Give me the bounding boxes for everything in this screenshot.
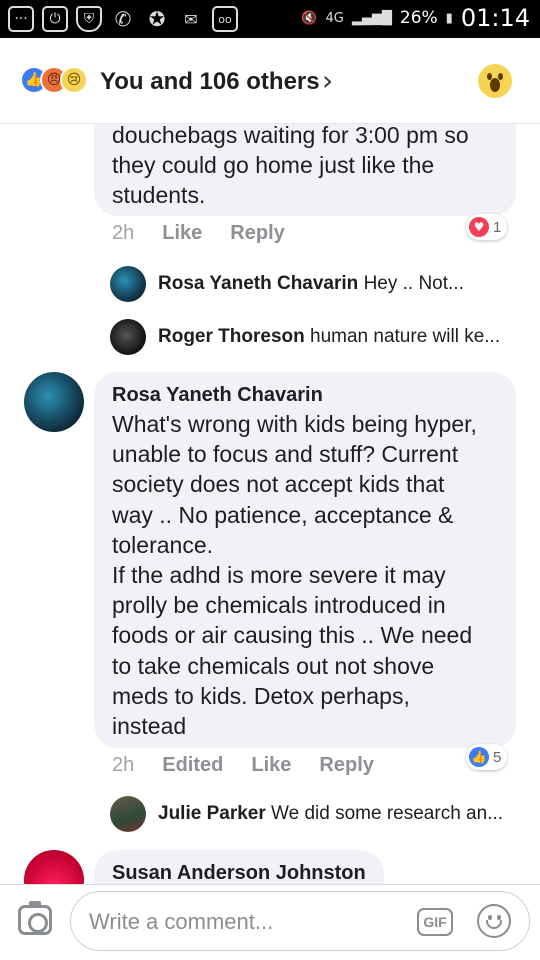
reply-snippet: human nature will ke...	[310, 326, 501, 347]
reply-preview[interactable]: Roger Thoreson human nature will ke...	[110, 317, 500, 357]
camera-icon[interactable]	[18, 901, 52, 935]
mute-icon: 🔇	[301, 10, 318, 26]
reply-button[interactable]: Reply	[319, 754, 373, 777]
notification-icons: ··· ⏻ ⛨ ✆ ✪ ✉ oo	[8, 6, 238, 32]
emoji-mouth	[486, 920, 502, 929]
avatar[interactable]	[24, 850, 84, 884]
call-icon: ✆	[114, 7, 132, 31]
comment-time: 2h	[112, 754, 135, 776]
emoji-icon[interactable]	[477, 904, 511, 938]
reply-author[interactable]: Rosa Yaneth Chavarin	[158, 273, 358, 294]
battery-percent: 26%	[399, 8, 438, 28]
comment-author[interactable]: Susan Anderson Johnston	[112, 862, 368, 884]
sad-icon: 😢	[60, 66, 88, 94]
reply-preview[interactable]: Julie Parker We did some research an...	[110, 794, 503, 834]
power-icon: ⏻	[42, 6, 68, 32]
carrier-icon: ✉	[184, 9, 198, 29]
wow-left-eye	[487, 73, 492, 80]
comment-composer: Write a comment... GIF	[0, 884, 540, 960]
wow-right-eye	[498, 73, 503, 80]
reaction-icons[interactable]: 👍 😠 😢	[20, 66, 88, 94]
more-notifications-icon: ···	[8, 6, 34, 32]
clock: 01:14	[460, 4, 530, 32]
reaction-count: 1	[493, 218, 502, 236]
reaction-count-badge[interactable]: 👍 5	[466, 744, 508, 770]
wow-reaction-button[interactable]	[478, 64, 512, 98]
comment-input-placeholder: Write a comment...	[89, 909, 274, 934]
voicemail-icon: oo	[212, 6, 238, 32]
wow-mouth	[490, 78, 500, 92]
comment-bubble[interactable]: Susan Anderson Johnston	[94, 850, 384, 884]
app-notification-icon: ✪	[148, 7, 166, 31]
reply-snippet: We did some research an...	[271, 803, 504, 824]
reply-author[interactable]: Roger Thoreson	[158, 326, 305, 347]
comment-text: What's wrong with kids being hyper, unab…	[112, 411, 477, 740]
reactions-header: 👍 😠 😢 You and 106 others ›	[0, 38, 540, 124]
status-bar: ··· ⏻ ⛨ ✆ ✪ ✉ oo 🔇 4G ▂▄▆█ 26% ▮ 01:14	[0, 0, 540, 38]
comment-input[interactable]: Write a comment... GIF	[70, 891, 530, 951]
reply-preview-text: Julie Parker We did some research an...	[158, 803, 503, 825]
avatar[interactable]	[110, 319, 146, 355]
reply-snippet: Hey .. Not...	[363, 273, 464, 294]
comment-text: douchebags waiting for 3:00 pm so they c…	[112, 124, 469, 209]
edited-label[interactable]: Edited	[162, 754, 223, 777]
reactions-summary[interactable]: You and 106 others	[100, 68, 320, 96]
shield-icon: ⛨	[76, 6, 102, 32]
comment-bubble[interactable]: Rosa Yaneth Chavarin What's wrong with k…	[94, 372, 516, 748]
reply-preview-text: Roger Thoreson human nature will ke...	[158, 326, 500, 348]
comments-list[interactable]: douchebags waiting for 3:00 pm so they c…	[0, 124, 540, 884]
reaction-count-badge[interactable]: ♥ 1	[466, 214, 508, 240]
signal-icon: ▂▄▆█	[351, 10, 392, 26]
reply-author[interactable]: Julie Parker	[158, 803, 266, 824]
like-button[interactable]: Like	[251, 754, 291, 777]
system-indicators: 🔇 4G ▂▄▆█ 26% ▮ 01:14	[301, 4, 530, 32]
reaction-count: 5	[493, 748, 502, 766]
avatar[interactable]	[24, 372, 84, 432]
reply-button[interactable]: Reply	[230, 222, 284, 245]
comment-actions: 2h Like Reply	[112, 222, 313, 245]
network-type: 4G	[325, 10, 344, 26]
comment-bubble[interactable]: douchebags waiting for 3:00 pm so they c…	[94, 124, 516, 216]
comment-author[interactable]: Rosa Yaneth Chavarin	[112, 384, 500, 407]
like-button[interactable]: Like	[162, 222, 202, 245]
love-icon: ♥	[469, 217, 489, 237]
comment-actions: 2h Edited Like Reply	[112, 754, 402, 777]
battery-icon: ▮	[445, 10, 453, 26]
gif-button[interactable]: GIF	[417, 908, 453, 936]
comment-time: 2h	[112, 222, 135, 244]
like-icon: 👍	[469, 747, 489, 767]
avatar[interactable]	[110, 796, 146, 832]
reply-preview[interactable]: Rosa Yaneth Chavarin Hey .. Not...	[110, 264, 464, 304]
avatar[interactable]	[110, 266, 146, 302]
chevron-right-icon[interactable]: ›	[322, 64, 333, 97]
reply-preview-text: Rosa Yaneth Chavarin Hey .. Not...	[158, 273, 464, 295]
